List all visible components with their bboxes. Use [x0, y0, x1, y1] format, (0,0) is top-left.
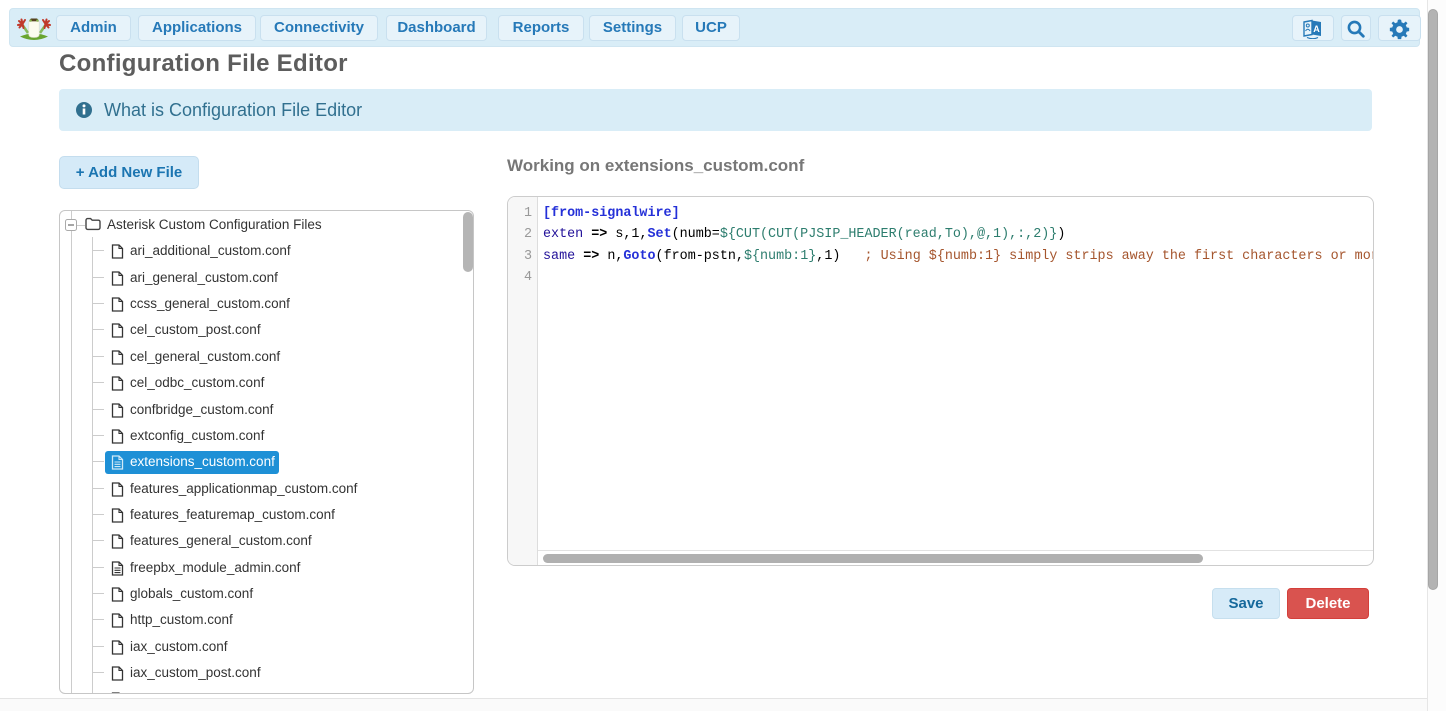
svg-text:A: A — [1313, 24, 1320, 34]
